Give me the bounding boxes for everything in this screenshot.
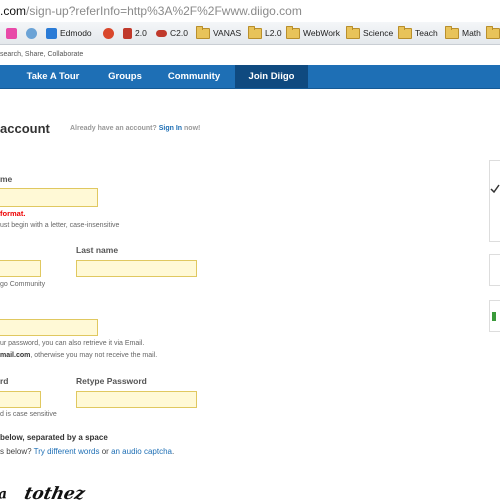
bookmark-label: VANAS — [213, 28, 242, 38]
audio-captcha-link[interactable]: an audio captcha — [111, 447, 172, 456]
side-panel-widget — [489, 160, 500, 242]
name-hint: go Community — [0, 281, 46, 288]
bookmark-folder-l2-0[interactable]: L2.0 — [248, 22, 282, 44]
check-icon — [490, 184, 500, 194]
bookmark-folder-webwork[interactable]: WebWork — [286, 22, 340, 44]
captcha-help: s below? Try different words or an audio… — [0, 447, 175, 456]
username-label: me — [0, 174, 13, 184]
password-input[interactable] — [0, 391, 41, 408]
bookmark-globe[interactable] — [26, 22, 40, 44]
bookmark-label: Science — [363, 28, 394, 38]
diigo-icon — [6, 27, 17, 39]
nav-community[interactable]: Community — [158, 65, 230, 88]
nav-take-a-tour[interactable]: Take A Tour — [14, 65, 92, 88]
folder-icon — [445, 25, 459, 39]
bookmark-label: Math — [462, 28, 481, 38]
bookmark-label: C2.0 — [170, 28, 188, 38]
email-input[interactable] — [0, 319, 98, 336]
captcha-instructions: below, separated by a space — [0, 433, 108, 442]
last-name-label: Last name — [76, 245, 119, 255]
username-hint: ust begin with a letter, case-insensitiv… — [0, 222, 120, 229]
retype-password-label: Retype Password — [76, 376, 147, 386]
edmodo-icon — [46, 27, 57, 39]
bookmark-record[interactable] — [103, 22, 117, 44]
folder-icon — [346, 25, 360, 39]
sign-in-link[interactable]: Sign In — [159, 125, 182, 132]
url-path: /sign-up?referInfo=http%3A%2F%2Fwww.diig… — [26, 4, 302, 18]
bookmark-edmodo[interactable]: Edmodo — [46, 22, 92, 44]
first-name-input[interactable] — [0, 260, 41, 277]
bookmarks-bar: Edmodo 2.0 C2.0 VANAS L2.0 WebWork Scien… — [0, 22, 500, 45]
captcha-word-a: a — [0, 486, 8, 500]
cloud-icon — [156, 29, 167, 37]
bookmark-c2-0[interactable]: C2.0 — [156, 22, 188, 44]
url-host: .com — [0, 4, 27, 18]
bookmark-label: 2.0 — [135, 28, 147, 38]
plant-icon — [123, 27, 132, 39]
bookmark-folder-teach[interactable]: Teach — [398, 22, 438, 44]
folder-icon — [486, 25, 500, 39]
nav-groups[interactable]: Groups — [97, 65, 153, 88]
bookmark-label: Teach — [415, 28, 438, 38]
bookmark-label: L2.0 — [265, 28, 282, 38]
bookmark-label: WebWork — [303, 28, 341, 38]
email-domain-hint: mail.com, otherwise you may not receive … — [0, 352, 158, 359]
site-tagline: search, Share, Collaborate — [0, 51, 84, 58]
captcha-word: tothez — [22, 484, 87, 500]
username-input[interactable] — [0, 188, 98, 207]
captcha-image: a tothez — [0, 484, 88, 500]
folder-icon — [196, 25, 210, 39]
username-error: format. — [0, 209, 26, 218]
bookmark-folder-more[interactable] — [486, 22, 500, 44]
address-bar[interactable]: .com/sign-up?referInfo=http%3A%2F%2Fwww.… — [0, 0, 500, 23]
folder-icon — [248, 25, 262, 39]
bookmark-diigo[interactable] — [6, 22, 20, 44]
try-different-words-link[interactable]: Try different words — [34, 447, 100, 456]
bookmark-2-0[interactable]: 2.0 — [123, 22, 147, 44]
retype-password-input[interactable] — [76, 391, 197, 408]
bookmark-label: Edmodo — [60, 28, 92, 38]
folder-icon — [398, 25, 412, 39]
email-hint: ur password, you can also retrieve it vi… — [0, 340, 145, 347]
nav-join-diigo[interactable]: Join Diigo — [235, 65, 308, 88]
bookmark-folder-math[interactable]: Math — [445, 22, 481, 44]
main-nav: Take A Tour Groups Community Join Diigo — [0, 65, 500, 89]
bookmark-folder-science[interactable]: Science — [346, 22, 393, 44]
side-panel-widget-3 — [489, 300, 500, 332]
page-title: account — [0, 121, 50, 136]
status-indicator-icon — [492, 312, 496, 321]
side-panel-widget-2 — [489, 254, 500, 286]
sign-in-prompt: Already have an account? Sign In now! — [70, 125, 201, 132]
globe-icon — [26, 27, 37, 39]
password-hint: d is case sensitive — [0, 411, 57, 418]
bookmark-folder-vanas[interactable]: VANAS — [196, 22, 241, 44]
password-label: rd — [0, 376, 9, 386]
last-name-input[interactable] — [76, 260, 197, 277]
record-icon — [103, 27, 114, 39]
folder-icon — [286, 25, 300, 39]
